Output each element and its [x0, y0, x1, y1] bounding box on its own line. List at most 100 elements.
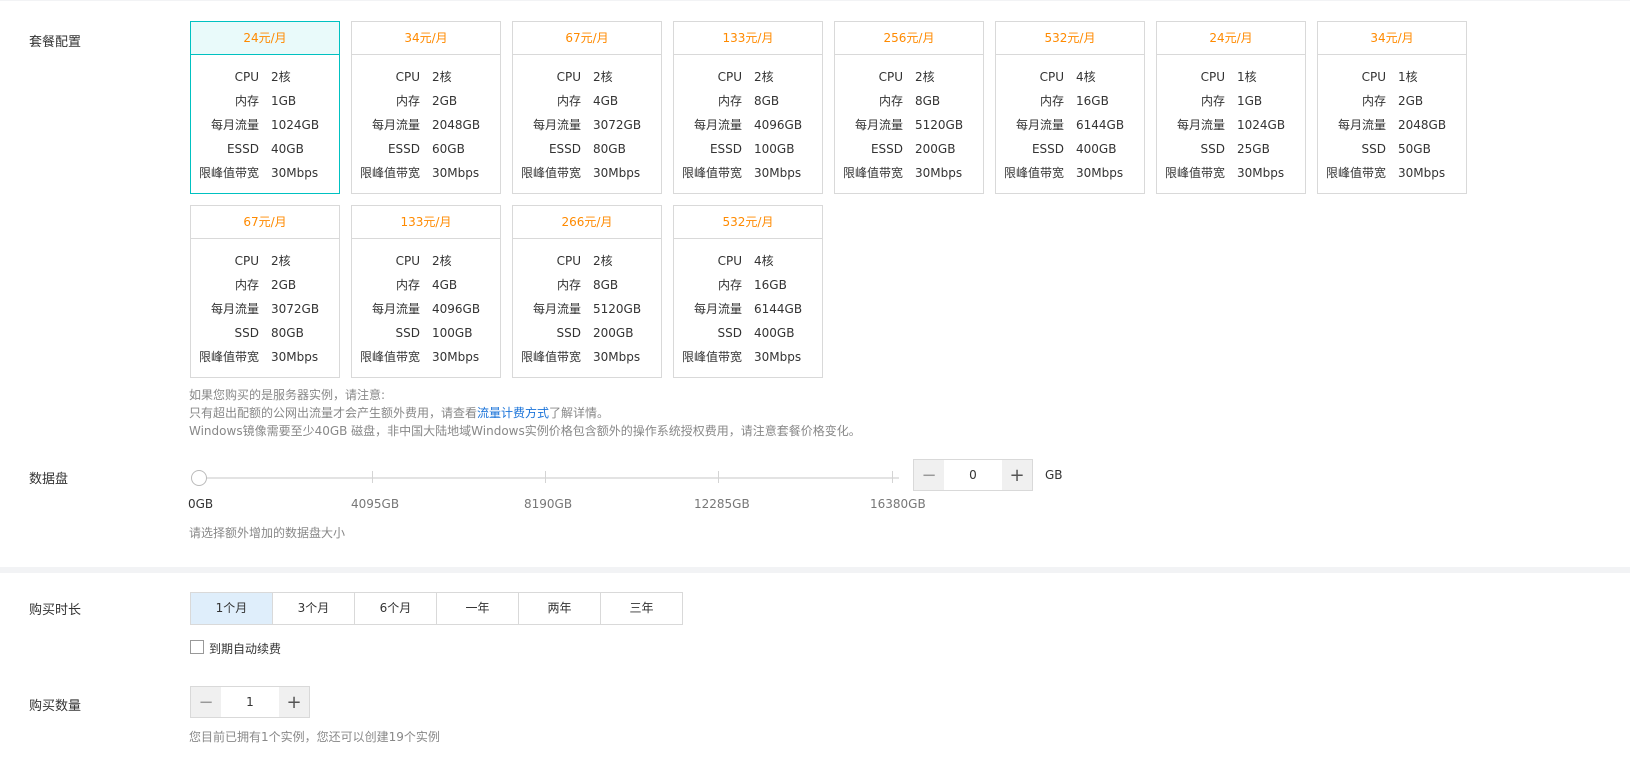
- package-price: 24元/月: [1157, 22, 1305, 55]
- package-card[interactable]: 24元/月 CPU 2核 内存 1GB 每月流量 1024GB ESSD 40GB 限峰值带宽 30…: [190, 21, 340, 194]
- package-spec-row: SSD 400GB: [674, 325, 822, 341]
- package-price: 532元/月: [674, 206, 822, 239]
- quantity-increase-button[interactable]: +: [279, 687, 309, 717]
- spec-key: 限峰值带宽: [681, 166, 742, 180]
- package-spec-row: CPU 2核: [513, 69, 661, 85]
- spec-value: 5120GB: [593, 302, 642, 316]
- package-spec-row: 每月流量 3072GB: [513, 117, 661, 133]
- data-disk-hint: 请选择额外增加的数据盘大小: [189, 526, 346, 540]
- spec-key: ESSD: [226, 142, 259, 156]
- tab-3-months[interactable]: 3个月: [273, 593, 355, 624]
- spec-value: 30Mbps: [271, 166, 319, 180]
- quantity-label: 购买数量: [29, 699, 82, 714]
- tab-6-months[interactable]: 6个月: [355, 593, 437, 624]
- package-spec-row: 内存 16GB: [996, 93, 1144, 109]
- package-spec-row: 每月流量 6144GB: [996, 117, 1144, 133]
- package-price: 532元/月: [996, 22, 1144, 55]
- package-card[interactable]: 266元/月 CPU 2核 内存 8GB 每月流量 5120GB SSD 200GB 限峰值带宽 3…: [512, 205, 662, 378]
- spec-key: 内存: [234, 94, 259, 108]
- tab-1-year[interactable]: 一年: [437, 593, 519, 624]
- package-spec-row: 内存 2GB: [1318, 93, 1466, 109]
- data-disk-slider-handle[interactable]: [191, 470, 207, 486]
- package-spec-row: 限峰值带宽 30Mbps: [674, 165, 822, 181]
- package-card[interactable]: 67元/月 CPU 2核 内存 4GB 每月流量 3072GB ESSD 80GB 限峰值带宽 30…: [512, 21, 662, 194]
- data-disk-decrease-button[interactable]: −: [914, 460, 944, 490]
- package-card[interactable]: 133元/月 CPU 2核 内存 8GB 每月流量 4096GB ESSD 100GB 限峰值带宽…: [673, 21, 823, 194]
- spec-key: CPU: [395, 70, 420, 84]
- package-price: 266元/月: [513, 206, 661, 239]
- package-spec-row: 限峰值带宽 30Mbps: [996, 165, 1144, 181]
- spec-key: CPU: [556, 70, 581, 84]
- spec-key: 限峰值带宽: [1325, 166, 1386, 180]
- spec-key: SSD: [1200, 142, 1225, 156]
- package-card[interactable]: 256元/月 CPU 2核 内存 8GB 每月流量 5120GB ESSD 200GB 限峰值带宽…: [834, 21, 984, 194]
- package-spec-row: 内存 2GB: [191, 277, 339, 293]
- traffic-billing-link[interactable]: 流量计费方式: [477, 406, 549, 420]
- spec-value: 4核: [754, 254, 774, 268]
- package-card[interactable]: 34元/月 CPU 2核 内存 2GB 每月流量 2048GB ESSD 60GB 限峰值带宽 30…: [351, 21, 501, 194]
- package-spec-row: ESSD 400GB: [996, 141, 1144, 157]
- quantity-hint: 您目前已拥有1个实例，您还可以创建19个实例: [189, 730, 440, 744]
- spec-key: 每月流量: [1015, 118, 1064, 132]
- package-spec-row: 内存 4GB: [513, 93, 661, 109]
- spec-value: 80GB: [271, 326, 304, 340]
- tab-2-years[interactable]: 两年: [519, 593, 601, 624]
- plus-icon: +: [286, 691, 302, 713]
- package-spec-row: 限峰值带宽 30Mbps: [1318, 165, 1466, 181]
- spec-value: 8GB: [915, 94, 941, 108]
- spec-key: SSD: [556, 326, 581, 340]
- spec-key: CPU: [1361, 70, 1386, 84]
- spec-value: 40GB: [271, 142, 304, 156]
- spec-key: ESSD: [1031, 142, 1064, 156]
- package-spec-row: CPU 1核: [1318, 69, 1466, 85]
- spec-value: 2048GB: [432, 118, 481, 132]
- package-price: 24元/月: [191, 22, 339, 55]
- auto-renew-label[interactable]: 到期自动续费: [209, 640, 281, 657]
- package-spec-row: ESSD 200GB: [835, 141, 983, 157]
- spec-value: 4096GB: [432, 302, 481, 316]
- spec-key: 限峰值带宽: [681, 350, 742, 364]
- package-spec-row: 每月流量 3072GB: [191, 301, 339, 317]
- package-card[interactable]: 532元/月 CPU 4核 内存 16GB 每月流量 6144GB ESSD 400GB 限峰值带…: [995, 21, 1145, 194]
- package-spec-row: 内存 8GB: [674, 93, 822, 109]
- spec-value: 2048GB: [1398, 118, 1447, 132]
- package-card[interactable]: 532元/月 CPU 4核 内存 16GB 每月流量 6144GB SSD 400GB 限峰值带宽…: [673, 205, 823, 378]
- package-card[interactable]: 133元/月 CPU 2核 内存 4GB 每月流量 4096GB SSD 100GB 限峰值带宽 3…: [351, 205, 501, 378]
- spec-value: 30Mbps: [915, 166, 963, 180]
- package-price: 34元/月: [1318, 22, 1466, 55]
- quantity-decrease-button[interactable]: −: [191, 687, 221, 717]
- package-card[interactable]: 34元/月 CPU 1核 内存 2GB 每月流量 2048GB SSD 50GB 限峰值带宽 30M…: [1317, 21, 1467, 194]
- spec-value: 30Mbps: [593, 350, 641, 364]
- package-card[interactable]: 24元/月 CPU 1核 内存 1GB 每月流量 1024GB SSD 25GB 限峰值带宽 30M…: [1156, 21, 1306, 194]
- tab-1-month[interactable]: 1个月: [191, 593, 273, 624]
- spec-key: CPU: [717, 254, 742, 268]
- data-disk-increase-button[interactable]: +: [1002, 460, 1032, 490]
- data-disk-input[interactable]: 0: [944, 460, 1002, 490]
- quantity-input[interactable]: 1: [221, 687, 279, 717]
- spec-key: ESSD: [387, 142, 420, 156]
- spec-key: 每月流量: [693, 118, 742, 132]
- package-spec-row: CPU 2核: [352, 253, 500, 269]
- spec-key: SSD: [234, 326, 259, 340]
- package-spec-row: 每月流量 5120GB: [835, 117, 983, 133]
- spec-key: 每月流量: [1337, 118, 1386, 132]
- package-spec-row: SSD 25GB: [1157, 141, 1305, 157]
- spec-key: 内存: [1361, 94, 1386, 108]
- spec-key: 内存: [556, 94, 581, 108]
- spec-value: 4GB: [593, 94, 619, 108]
- slider-tick: [718, 471, 719, 483]
- spec-value: 2GB: [1398, 94, 1424, 108]
- package-card[interactable]: 67元/月 CPU 2核 内存 2GB 每月流量 3072GB SSD 80GB 限峰值带宽 30M…: [190, 205, 340, 378]
- tab-3-years[interactable]: 三年: [601, 593, 682, 624]
- spec-value: 16GB: [754, 278, 787, 292]
- package-spec-row: 内存 8GB: [513, 277, 661, 293]
- auto-renew-checkbox[interactable]: [190, 640, 204, 654]
- note-line-2-text: 只有超出配额的公网出流量才会产生额外费用，请查看: [189, 406, 478, 420]
- data-disk-slider-track[interactable]: [199, 477, 899, 479]
- spec-key: 每月流量: [532, 118, 581, 132]
- spec-key: CPU: [556, 254, 581, 268]
- spec-value: 30Mbps: [271, 350, 319, 364]
- spec-value: 30Mbps: [1076, 166, 1124, 180]
- spec-key: 内存: [1200, 94, 1225, 108]
- minus-icon: −: [921, 464, 937, 486]
